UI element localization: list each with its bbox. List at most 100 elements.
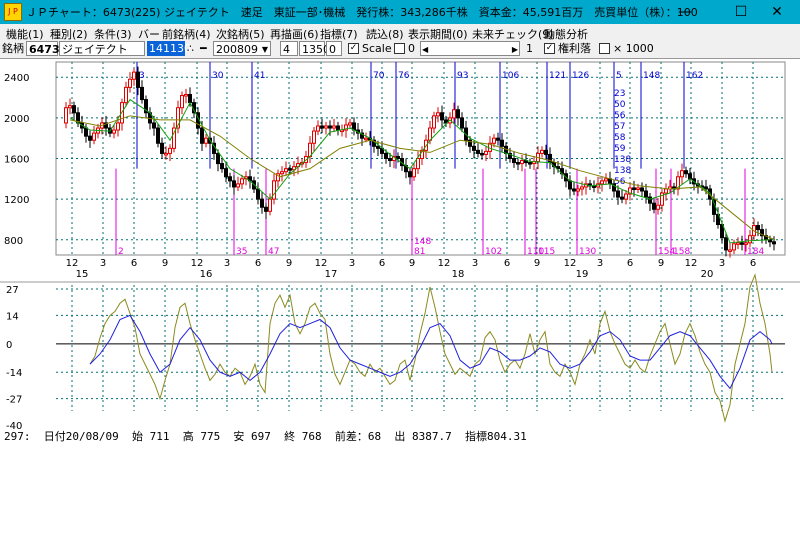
blue-event-label: 106 [502, 71, 519, 81]
magenta-event-label: 184 [747, 247, 764, 257]
candle-body [496, 137, 500, 141]
candle-body [432, 115, 436, 129]
price-y-tick-label: 2000 [4, 114, 29, 125]
blue-stack-label: 23 [614, 89, 625, 99]
candle-body [528, 162, 532, 165]
candle-body [320, 125, 324, 129]
candle-body [580, 186, 584, 190]
candle-body [168, 147, 172, 154]
candle-body [688, 173, 692, 180]
candle-body [280, 171, 284, 175]
candle-body [756, 225, 760, 231]
candle-body [604, 178, 608, 182]
x-month-tick-label: 12 [191, 258, 204, 269]
chart-canvas: 240020001600120080012 3 6 9 12 3 6 9 12 3 6 9 12 3 6 9 1… [0, 61, 800, 432]
candle-body [636, 187, 640, 190]
candle-body [316, 125, 320, 132]
magenta-event-label: 47 [268, 247, 279, 257]
candle-body [336, 125, 340, 131]
blue-event-label: 121 [549, 71, 566, 81]
candle-body [440, 112, 444, 121]
candle-body [576, 188, 580, 192]
candle-body [224, 168, 228, 178]
candle-body [136, 71, 140, 88]
candle-body [600, 180, 604, 185]
candle-body [324, 125, 328, 129]
price-y-tick-label: 2400 [4, 73, 29, 84]
candle-body [652, 202, 656, 210]
candle-body [232, 180, 236, 188]
candle-body [452, 109, 456, 119]
candle-body [236, 183, 240, 188]
x-month-tick-label: 3 [597, 258, 603, 269]
candle-body [328, 125, 332, 129]
x-month-tick-label: 3 [100, 258, 106, 269]
candle-body [188, 94, 192, 104]
candle-body [272, 180, 276, 200]
blue-event-label: 126 [572, 71, 589, 81]
candle-body [592, 185, 596, 188]
candle-body [288, 168, 292, 171]
candle-body [416, 158, 420, 170]
candle-body [140, 86, 144, 101]
candle-body [456, 109, 460, 119]
candle-body [128, 78, 132, 88]
x-month-tick-label: 3 [472, 258, 478, 269]
blue-event-label: 76 [398, 71, 410, 81]
candle-body [92, 132, 96, 141]
x-month-tick-label: 3 [349, 258, 355, 269]
candle-body [384, 152, 388, 159]
candle-body [740, 242, 744, 245]
oscillator-y-tick-label: -27 [6, 395, 22, 406]
candle-body [436, 112, 440, 117]
candle-body [88, 135, 92, 141]
x-month-tick-label: 6 [504, 258, 510, 269]
x-month-tick-label: 3 [224, 258, 230, 269]
candle-body [472, 145, 476, 151]
magenta-event-label: 81 [414, 247, 425, 257]
candle-body [644, 190, 648, 198]
candle-body [684, 170, 688, 175]
candle-body [492, 137, 496, 144]
candle-body [64, 107, 68, 124]
candle-body [408, 171, 412, 178]
candle-body [500, 139, 504, 147]
candle-body [228, 176, 232, 182]
candle-body [260, 198, 264, 208]
x-month-tick-label: 6 [255, 258, 261, 269]
x-month-tick-label: 12 [438, 258, 451, 269]
x-month-tick-label: 12 [66, 258, 79, 269]
candle-body [724, 237, 728, 251]
x-year-tick-label: 17 [325, 269, 338, 280]
candle-body [216, 152, 220, 165]
blue-event-label: 5 [616, 71, 622, 81]
candle-body [152, 122, 156, 129]
x-month-tick-label: 9 [286, 258, 292, 269]
magenta-event-label: 2 [118, 247, 124, 257]
oscillator-y-tick-label: -14 [6, 368, 22, 379]
blue-stack-label: 50 [614, 100, 626, 110]
candle-body [772, 241, 776, 245]
blue-event-label: 41 [254, 71, 265, 81]
candle-body [540, 149, 544, 154]
candle-body [164, 152, 168, 156]
oscillator-y-tick-label: 27 [6, 285, 19, 296]
blue-event-label: 162 [686, 71, 703, 81]
magenta-event-label: 130 [579, 247, 596, 257]
candle-body [284, 168, 288, 173]
candle-body [544, 149, 548, 155]
candle-body [396, 155, 400, 159]
candle-body [616, 190, 620, 198]
x-month-tick-label: 6 [379, 258, 385, 269]
candle-body [220, 163, 224, 170]
candle-body [116, 122, 120, 131]
candle-body [520, 160, 524, 165]
candle-body [568, 180, 572, 190]
candle-body [728, 249, 732, 252]
blue-stack-label: 57 [614, 122, 625, 132]
x-month-tick-label: 6 [627, 258, 633, 269]
candle-body [428, 127, 432, 141]
x-year-tick-label: 18 [452, 269, 465, 280]
oscillator-y-tick-label: 0 [6, 340, 12, 351]
moving-average-short-line [69, 98, 771, 244]
